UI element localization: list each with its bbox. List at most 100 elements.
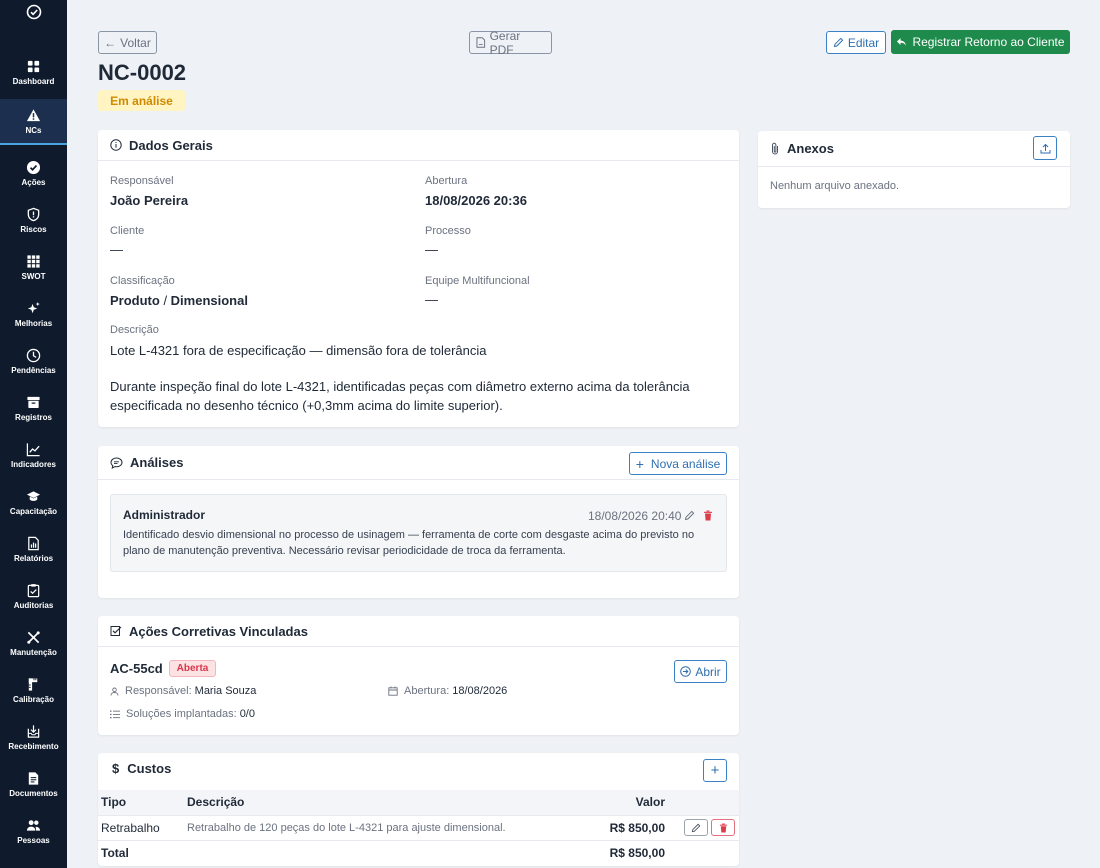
open-action-button[interactable]: Abrir (674, 660, 727, 683)
generate-pdf-button[interactable]: Gerar PDF (469, 28, 552, 57)
classification-value: Produto / Dimensional (110, 293, 248, 308)
cost-value: R$ 850,00 (588, 814, 668, 840)
register-client-return-button[interactable]: Registrar Retorno ao Cliente (891, 30, 1070, 54)
sidebar-item-capacitacao[interactable]: Capacitação (0, 479, 67, 525)
check-circle-icon (26, 160, 41, 174)
costs-table: Tipo Descrição Valor Retrabalho Retrabal… (98, 790, 739, 865)
upload-attachment-button[interactable] (1033, 136, 1057, 160)
dollar-icon: $ (112, 761, 120, 776)
back-button[interactable]: ← Voltar (98, 31, 157, 54)
cost-actions (668, 814, 739, 840)
action-responsible: Responsável: Maria Souza (110, 685, 256, 697)
delete-cost-button[interactable] (711, 819, 736, 836)
analysis-date: 18/08/2026 20:40 (588, 509, 682, 523)
new-analysis-label: Nova análise (650, 456, 721, 471)
sidebar-item-indicadores[interactable]: Indicadores (0, 432, 67, 478)
sidebar-item-label: Dashboard (12, 76, 55, 86)
chat-icon (110, 456, 123, 469)
responsible-value: João Pereira (110, 193, 189, 208)
attachments-card: Anexos Nenhum arquivo anexado. (758, 131, 1070, 208)
sidebar-item-riscos[interactable]: Riscos (0, 197, 67, 243)
new-analysis-button[interactable]: + Nova análise (629, 452, 727, 475)
sidebar-item-dashboard[interactable]: Dashboard (0, 49, 67, 95)
sidebar-item-calibracao[interactable]: Calibração (0, 667, 67, 713)
grid-icon (27, 60, 40, 72)
app-logo[interactable] (0, 4, 67, 26)
register-client-return-label: Registrar Retorno ao Cliente (912, 35, 1065, 49)
column-descricao: Descrição (184, 790, 588, 815)
column-tipo: Tipo (98, 790, 184, 815)
action-code[interactable]: AC-55cd (110, 661, 163, 676)
info-icon (110, 139, 122, 151)
sidebar-item-acoes[interactable]: Ações (0, 150, 67, 196)
sidebar-item-label: Melhorias (14, 318, 53, 328)
sidebar-item-label: Pendências (11, 365, 56, 375)
sidebar-item-label: Riscos (20, 224, 47, 234)
sidebar: Dashboard NCs Ações Riscos SWOT Melhoria… (0, 0, 67, 868)
edit-button[interactable]: Editar (826, 31, 886, 54)
sidebar-item-label: Registros (15, 412, 52, 422)
add-cost-button[interactable]: + (703, 759, 727, 782)
tools-icon (27, 630, 40, 644)
action-status-badge: Aberta (169, 660, 216, 677)
upload-icon (1040, 143, 1050, 153)
sidebar-item-label: Pessoas (17, 835, 50, 845)
corrective-actions-card: Ações Corretivas Vinculadas AC-55cd Aber… (98, 616, 739, 735)
sparkle-icon (27, 301, 40, 313)
generate-pdf-label: Gerar PDF (489, 28, 521, 57)
plus-icon: + (710, 762, 720, 779)
sidebar-item-auditorias[interactable]: Auditorias (0, 573, 67, 619)
sidebar-item-pendencias[interactable]: Pendências (0, 338, 67, 384)
sidebar-item-registros[interactable]: Registros (0, 385, 67, 431)
sidebar-item-manutencao[interactable]: Manutenção (0, 620, 67, 666)
check-logo-icon (26, 4, 41, 20)
action-opening: Abertura: 18/08/2026 (388, 685, 507, 697)
ruler-icon (28, 677, 38, 691)
sidebar-item-relatorios[interactable]: Relatórios (0, 526, 67, 572)
arrow-left-icon: ← (104, 35, 117, 50)
sidebar-item-melhorias[interactable]: Melhorias (0, 291, 67, 337)
general-data-card: Dados Gerais Responsável João Pereira Ab… (98, 130, 739, 427)
sidebar-item-label: Documentos (9, 788, 58, 798)
table-total-row: Total R$ 850,00 (98, 839, 739, 865)
grid9-icon (27, 254, 40, 268)
process-label: Processo (425, 225, 471, 237)
list-icon (110, 710, 120, 718)
client-label: Cliente (110, 225, 145, 237)
cost-type: Retrabalho (98, 814, 184, 840)
corrective-actions-title: Ações Corretivas Vinculadas (129, 623, 308, 639)
page-title: NC-0002 (98, 60, 187, 85)
sidebar-item-documentos[interactable]: Documentos (0, 761, 67, 807)
column-actions (668, 790, 739, 815)
edit-cost-button[interactable] (684, 819, 708, 836)
delete-analysis-trash-icon[interactable] (703, 508, 713, 526)
attachments-title: Anexos (787, 141, 834, 156)
sidebar-item-ncs[interactable]: NCs (0, 99, 67, 145)
sidebar-item-label: Manutenção (10, 647, 57, 657)
paperclip-icon (772, 142, 778, 155)
column-valor: Valor (588, 790, 668, 815)
sidebar-item-label: Ações (21, 177, 46, 187)
description-details: Durante inspeção final do lote L-4321, i… (110, 379, 690, 413)
sidebar-item-label: Recebimento (8, 741, 59, 751)
action-opening-value: 18/08/2026 (452, 685, 508, 697)
analyses-title: Análises (130, 455, 184, 470)
description-label: Descrição (110, 324, 159, 336)
total-actions-spacer (668, 839, 739, 865)
sidebar-item-label: Calibração (13, 694, 54, 704)
sidebar-item-swot[interactable]: SWOT (0, 244, 67, 290)
classification-sub: Dimensional (170, 293, 248, 308)
team-label: Equipe Multifuncional (425, 275, 530, 287)
people-icon (26, 819, 41, 831)
document-icon (28, 771, 39, 785)
sidebar-item-pessoas[interactable]: Pessoas (0, 808, 67, 854)
action-responsible-value: Maria Souza (194, 685, 257, 697)
sidebar-item-recebimento[interactable]: Recebimento (0, 714, 67, 760)
analysis-text: Identificado desvio dimensional no proce… (123, 529, 695, 557)
trend-icon (26, 442, 40, 456)
process-value: — (425, 242, 438, 257)
edit-analysis-pencil-icon[interactable] (684, 508, 695, 526)
general-data-header: Dados Gerais (98, 130, 739, 161)
open-action-label: Abrir (695, 664, 721, 679)
pencil-icon (691, 823, 701, 832)
